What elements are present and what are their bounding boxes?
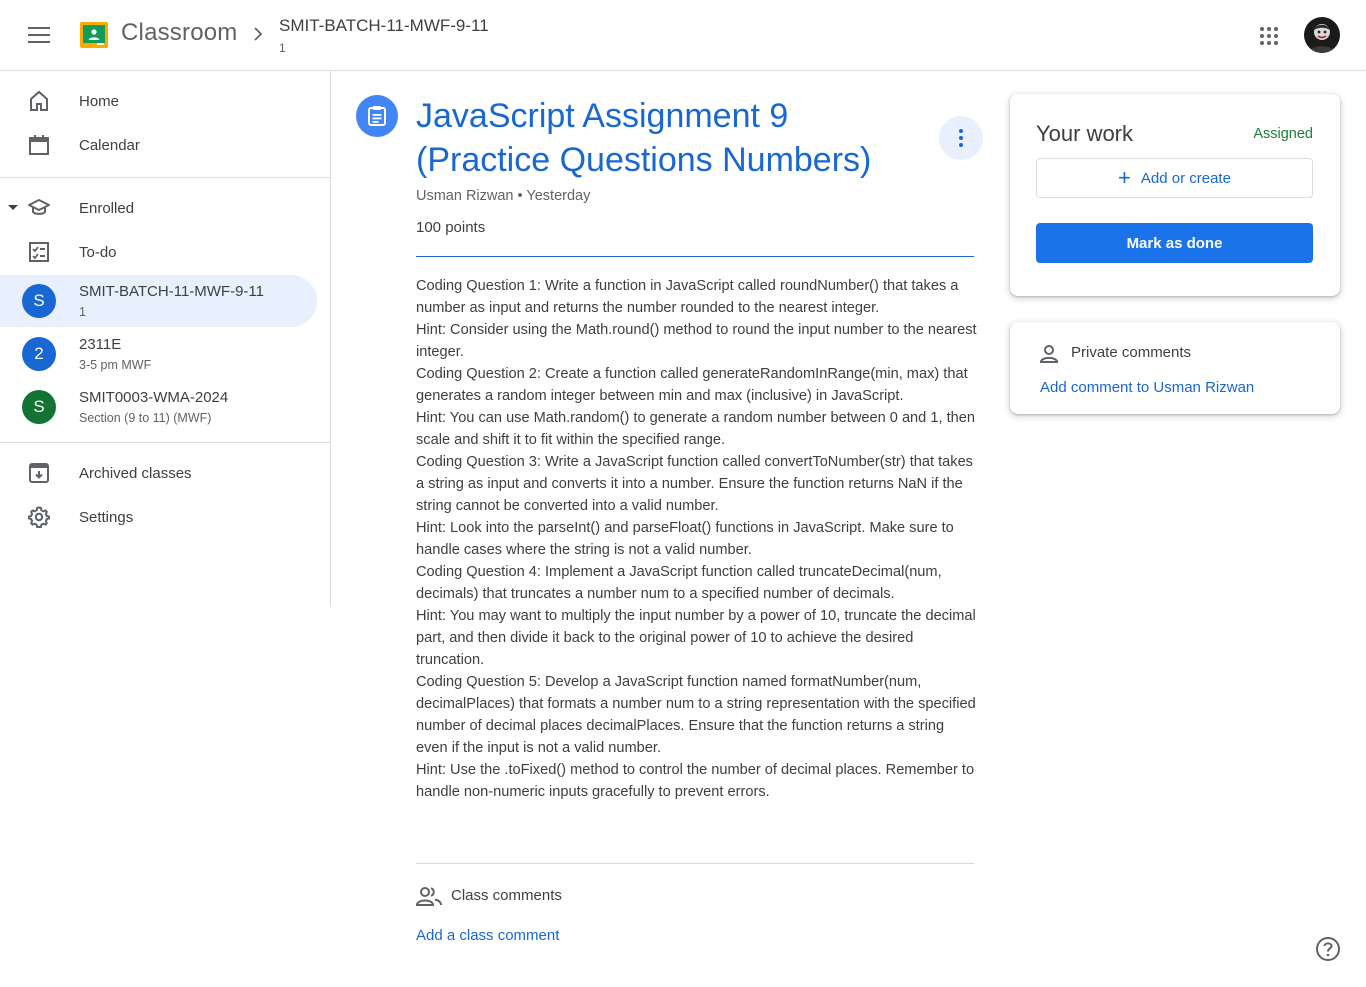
classroom-logo-icon[interactable] bbox=[80, 22, 108, 48]
caret-down-icon[interactable] bbox=[7, 202, 19, 214]
description-line: Coding Question 1: Write a function in J… bbox=[416, 278, 959, 316]
class-avatar: S bbox=[22, 390, 56, 424]
class-item-2311e[interactable]: 2 2311E 3-5 pm MWF bbox=[0, 328, 317, 380]
clipboard-icon bbox=[368, 106, 386, 126]
sidebar-divider bbox=[0, 177, 330, 178]
nav-home-label: Home bbox=[79, 92, 120, 110]
description-line: Coding Question 2: Create a function cal… bbox=[416, 366, 968, 404]
calendar-icon bbox=[29, 135, 49, 155]
class-comments-label: Class comments bbox=[451, 887, 562, 904]
app-title[interactable]: Classroom bbox=[121, 19, 238, 47]
nav-todo[interactable]: To-do bbox=[0, 230, 317, 274]
description-line: Hint: You may want to multiply the input… bbox=[416, 608, 976, 668]
assignment-posted-time: Yesterday bbox=[526, 188, 591, 204]
private-comments-card: Private comments Add comment to Usman Ri… bbox=[1010, 322, 1340, 414]
add-class-comment-link[interactable]: Add a class comment bbox=[416, 927, 559, 944]
nav-calendar[interactable]: Calendar bbox=[0, 123, 317, 167]
google-apps-button[interactable] bbox=[1254, 21, 1284, 51]
person-icon bbox=[1039, 345, 1059, 363]
nav-settings[interactable]: Settings bbox=[0, 495, 317, 539]
add-private-comment-link[interactable]: Add comment to Usman Rizwan bbox=[1040, 379, 1254, 396]
your-work-title: Your work bbox=[1036, 121, 1134, 146]
description-line: Coding Question 3: Write a JavaScript fu… bbox=[416, 454, 973, 514]
more-options-button[interactable] bbox=[939, 116, 983, 160]
class-avatar: S bbox=[22, 284, 56, 318]
class-section: 3-5 pm MWF bbox=[79, 358, 152, 372]
nav-home[interactable]: Home bbox=[0, 79, 317, 123]
hamburger-menu-icon bbox=[28, 27, 50, 43]
chevron-right-icon bbox=[254, 27, 263, 41]
nav-enrolled-label: Enrolled bbox=[79, 199, 135, 217]
assignment-title: JavaScript Assignment 9 (Practice Questi… bbox=[416, 97, 872, 179]
nav-enrolled[interactable]: Enrolled bbox=[0, 186, 317, 230]
meta-separator: • bbox=[517, 188, 523, 204]
nav-archived-label: Archived classes bbox=[79, 464, 192, 482]
class-section: Section (9 to 11) (MWF) bbox=[79, 411, 212, 425]
archive-icon bbox=[29, 463, 49, 483]
nav-todo-label: To-do bbox=[79, 243, 117, 261]
status-badge: Assigned bbox=[1253, 126, 1313, 142]
nav-calendar-label: Calendar bbox=[79, 136, 140, 154]
account-avatar[interactable] bbox=[1304, 17, 1340, 53]
class-name: 2311E bbox=[79, 336, 122, 353]
class-avatar: 2 bbox=[22, 337, 56, 371]
navigation-drawer: Home Calendar Enrolled To-do S SMIT-BATC… bbox=[0, 71, 331, 607]
people-icon bbox=[416, 887, 442, 906]
assignment-author: Usman Rizwan bbox=[416, 188, 514, 204]
assignment-type-icon bbox=[356, 95, 398, 137]
apps-grid-icon bbox=[1260, 27, 1278, 45]
add-or-create-label: Add or create bbox=[1140, 169, 1231, 187]
home-icon bbox=[30, 90, 48, 111]
nav-archived-classes[interactable]: Archived classes bbox=[0, 451, 317, 495]
description-line: Hint: Consider using the Math.round() me… bbox=[416, 322, 977, 360]
nav-settings-label: Settings bbox=[79, 508, 134, 526]
private-comments-label: Private comments bbox=[1071, 344, 1192, 361]
assignment-meta: Usman Rizwan • Yesterday bbox=[416, 188, 590, 204]
plus-icon: + bbox=[1118, 165, 1131, 190]
checklist-icon bbox=[29, 242, 49, 262]
title-divider bbox=[416, 256, 974, 257]
sidebar-divider bbox=[0, 442, 330, 443]
class-item-smit-batch-11[interactable]: S SMIT-BATCH-11-MWF-9-11 1 bbox=[0, 275, 317, 327]
class-item-smit0003-wma-2024[interactable]: S SMIT0003-WMA-2024 Section (9 to 11) (M… bbox=[0, 381, 317, 433]
assignment-points: 100 points bbox=[416, 219, 486, 236]
top-app-bar: Classroom SMIT-BATCH-11-MWF-9-11 1 bbox=[0, 0, 1366, 71]
assignment-description: Coding Question 1: Write a function in J… bbox=[416, 275, 978, 803]
help-icon[interactable] bbox=[1315, 936, 1341, 962]
breadcrumb-class-title[interactable]: SMIT-BATCH-11-MWF-9-11 bbox=[279, 16, 489, 36]
class-name: SMIT0003-WMA-2024 bbox=[79, 389, 229, 406]
graduation-cap-icon bbox=[28, 199, 50, 215]
comments-divider bbox=[416, 863, 974, 864]
breadcrumb-class-section: 1 bbox=[279, 41, 286, 55]
your-work-card: Your work Assigned + Add or create Mark … bbox=[1010, 94, 1340, 296]
more-vert-icon bbox=[959, 129, 963, 147]
description-line: Coding Question 5: Develop a JavaScript … bbox=[416, 674, 976, 756]
mark-as-done-button[interactable]: Mark as done bbox=[1036, 223, 1313, 263]
main-menu-button[interactable] bbox=[16, 14, 62, 56]
class-name: SMIT-BATCH-11-MWF-9-11 bbox=[79, 283, 265, 300]
gear-icon bbox=[28, 506, 50, 528]
description-line: Hint: You can use Math.random() to gener… bbox=[416, 410, 975, 448]
description-line: Coding Question 4: Implement a JavaScrip… bbox=[416, 564, 942, 602]
description-line: Hint: Look into the parseInt() and parse… bbox=[416, 520, 954, 558]
add-or-create-button[interactable]: + Add or create bbox=[1036, 158, 1313, 198]
class-section: 1 bbox=[79, 305, 86, 319]
description-line: Hint: Use the .toFixed() method to contr… bbox=[416, 762, 975, 800]
